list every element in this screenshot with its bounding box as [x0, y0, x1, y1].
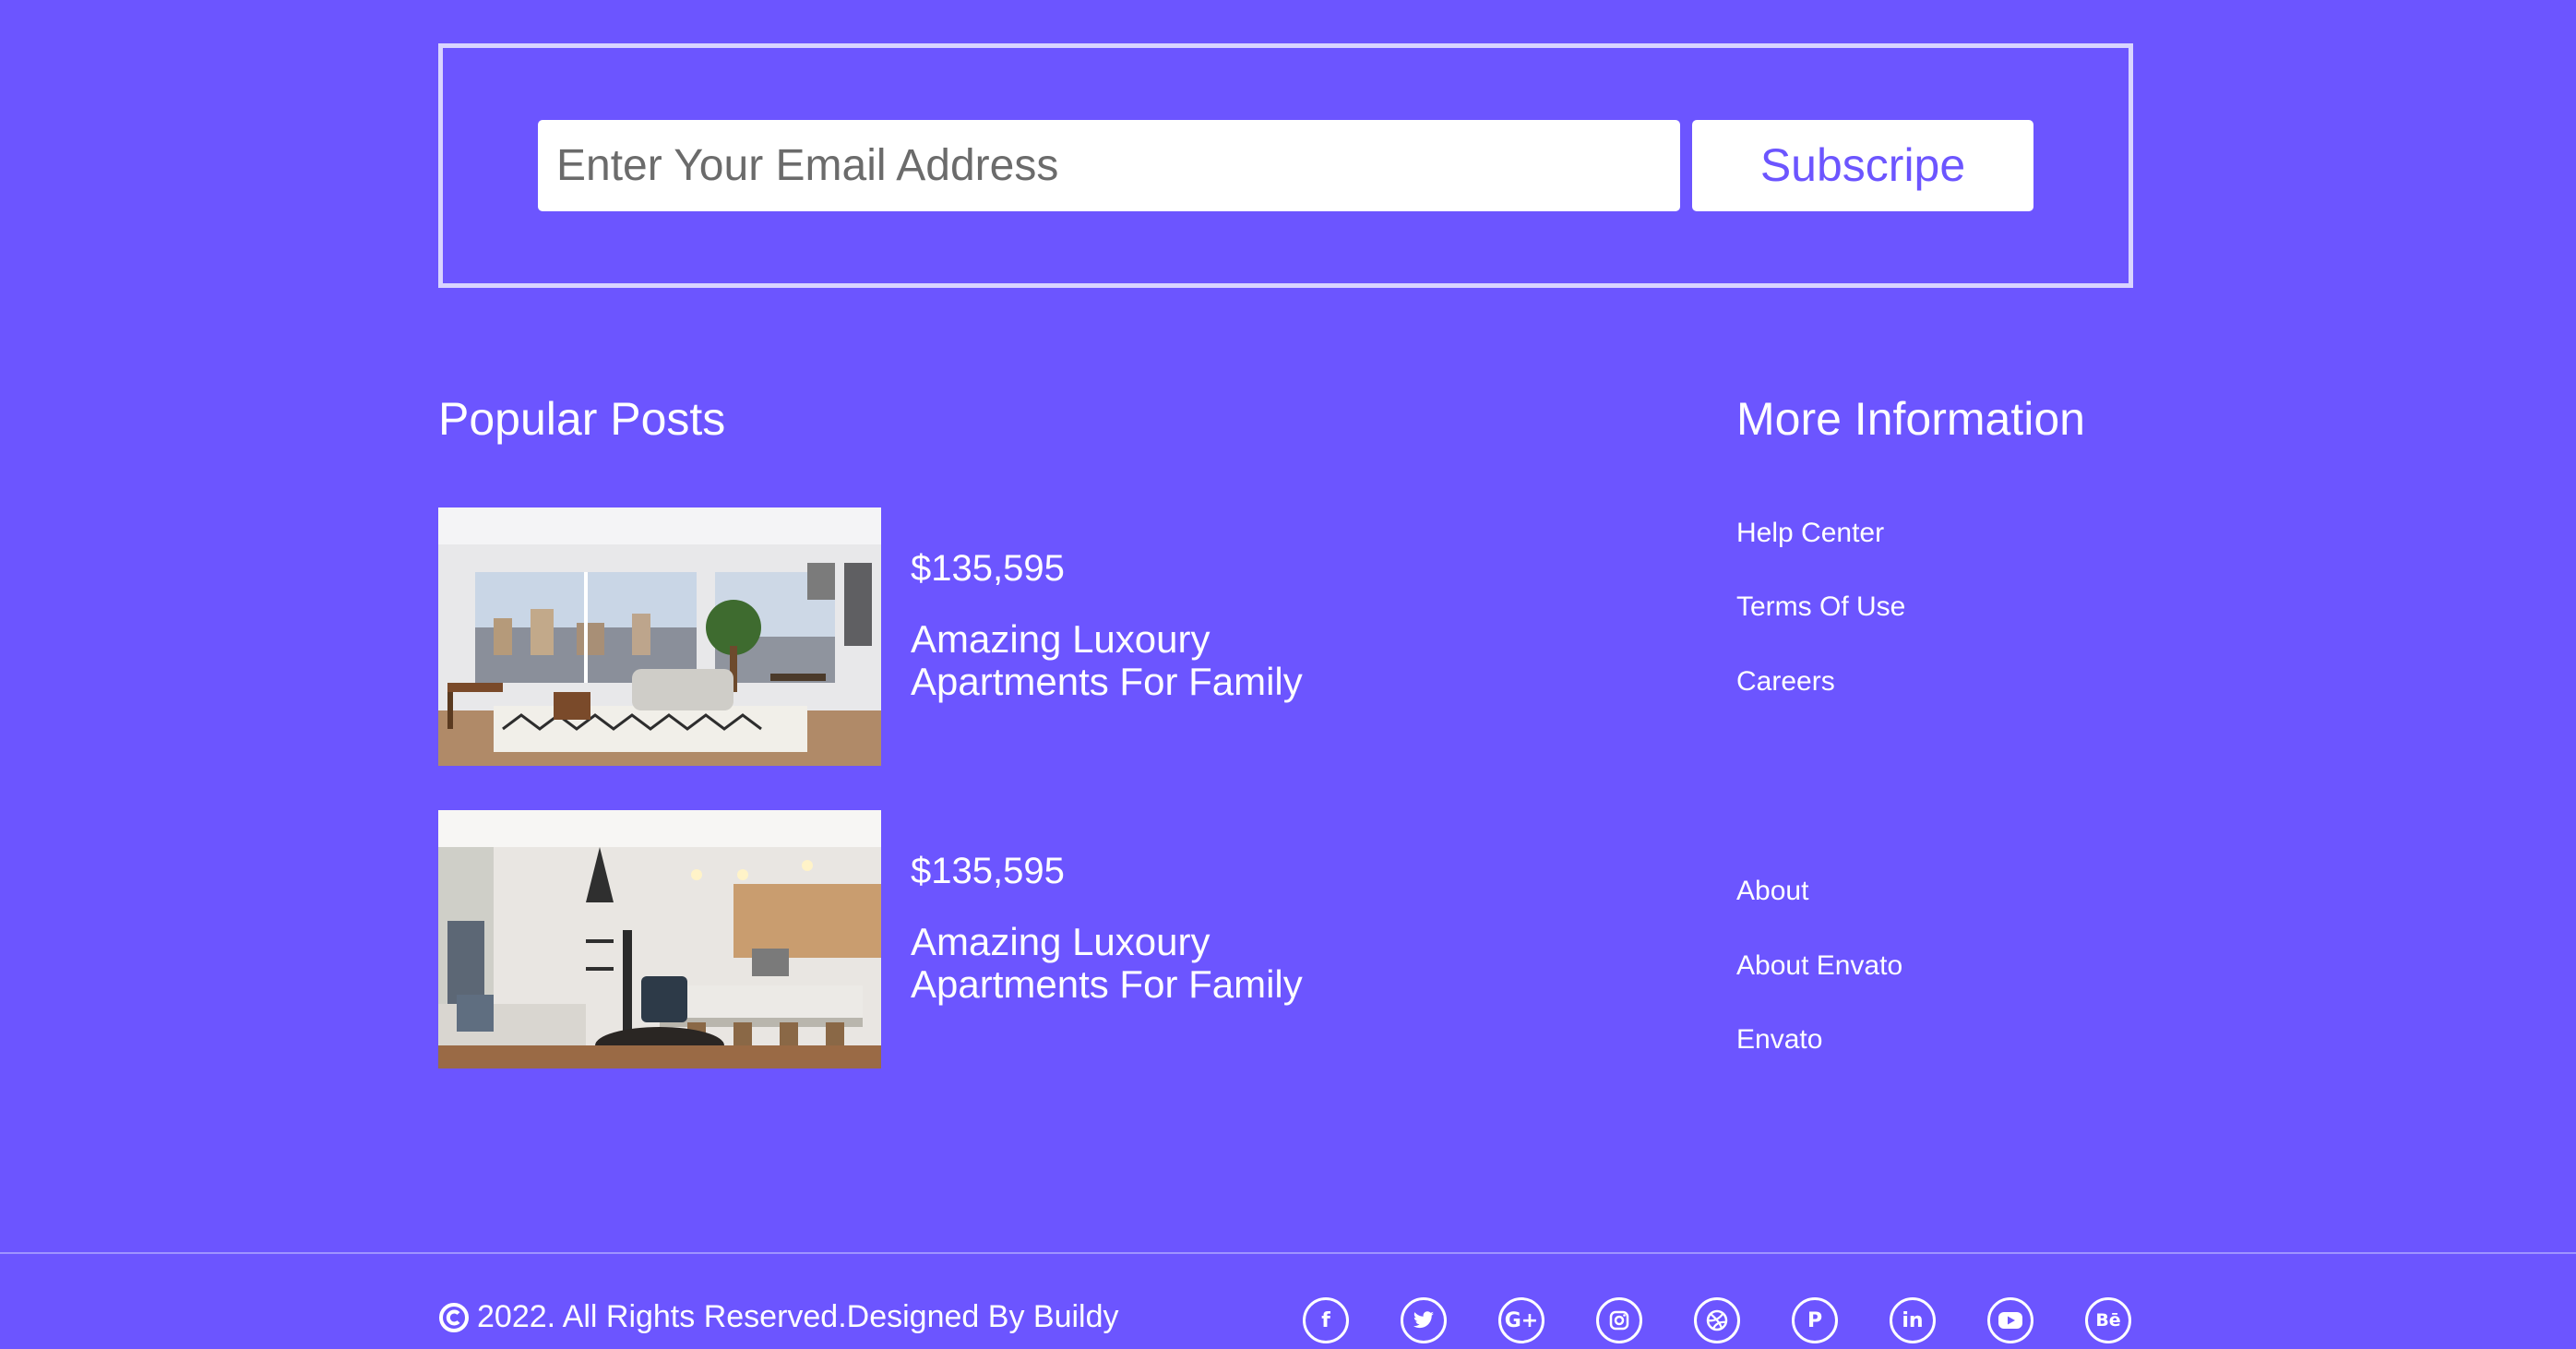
facebook-icon[interactable]: f	[1303, 1297, 1349, 1343]
twitter-icon[interactable]	[1401, 1297, 1447, 1343]
behance-icon[interactable]: Bē	[2085, 1297, 2131, 1343]
envato-link[interactable]: Envato	[1736, 1024, 1822, 1056]
pinterest-icon[interactable]: P	[1792, 1297, 1838, 1343]
social-links: f G+ P in Bē	[1303, 1297, 2131, 1343]
footer-page: Subscripe Popular Posts More Information	[0, 0, 2576, 1349]
post-image-living-room[interactable]	[438, 507, 881, 766]
post-price: $135,595	[911, 548, 1065, 589]
email-input[interactable]	[538, 120, 1680, 211]
about-link[interactable]: About	[1736, 876, 1808, 907]
more-information-heading: More Information	[1736, 393, 2085, 445]
popular-posts-heading: Popular Posts	[438, 393, 726, 445]
instagram-icon[interactable]	[1596, 1297, 1642, 1343]
post-title[interactable]: Amazing Luxoury Apartments For Family	[911, 921, 1390, 1006]
post-image-kitchen[interactable]	[438, 810, 881, 1068]
linkedin-icon[interactable]: in	[1890, 1297, 1936, 1343]
copyright-icon	[439, 1302, 469, 1332]
help-center-link[interactable]: Help Center	[1736, 518, 1884, 549]
copyright: 2022. All Rights Reserved.Designed By Bu…	[438, 1299, 1119, 1335]
copyright-text: 2022. All Rights Reserved.Designed By Bu…	[477, 1299, 1119, 1334]
about-envato-link[interactable]: About Envato	[1736, 950, 1902, 982]
dribbble-icon[interactable]	[1694, 1297, 1740, 1343]
careers-link[interactable]: Careers	[1736, 666, 1835, 698]
youtube-icon[interactable]	[1987, 1297, 2033, 1343]
google-plus-icon[interactable]: G+	[1498, 1297, 1544, 1343]
post-card[interactable]: $135,595 Amazing Luxoury Apartments For …	[438, 810, 1361, 1068]
footer-divider	[0, 1252, 2576, 1254]
post-card[interactable]: $135,595 Amazing Luxoury Apartments For …	[438, 507, 1361, 766]
subscribe-button[interactable]: Subscripe	[1692, 120, 2033, 211]
post-price: $135,595	[911, 851, 1065, 891]
post-title[interactable]: Amazing Luxoury Apartments For Family	[911, 618, 1390, 703]
terms-of-use-link[interactable]: Terms Of Use	[1736, 591, 1905, 623]
